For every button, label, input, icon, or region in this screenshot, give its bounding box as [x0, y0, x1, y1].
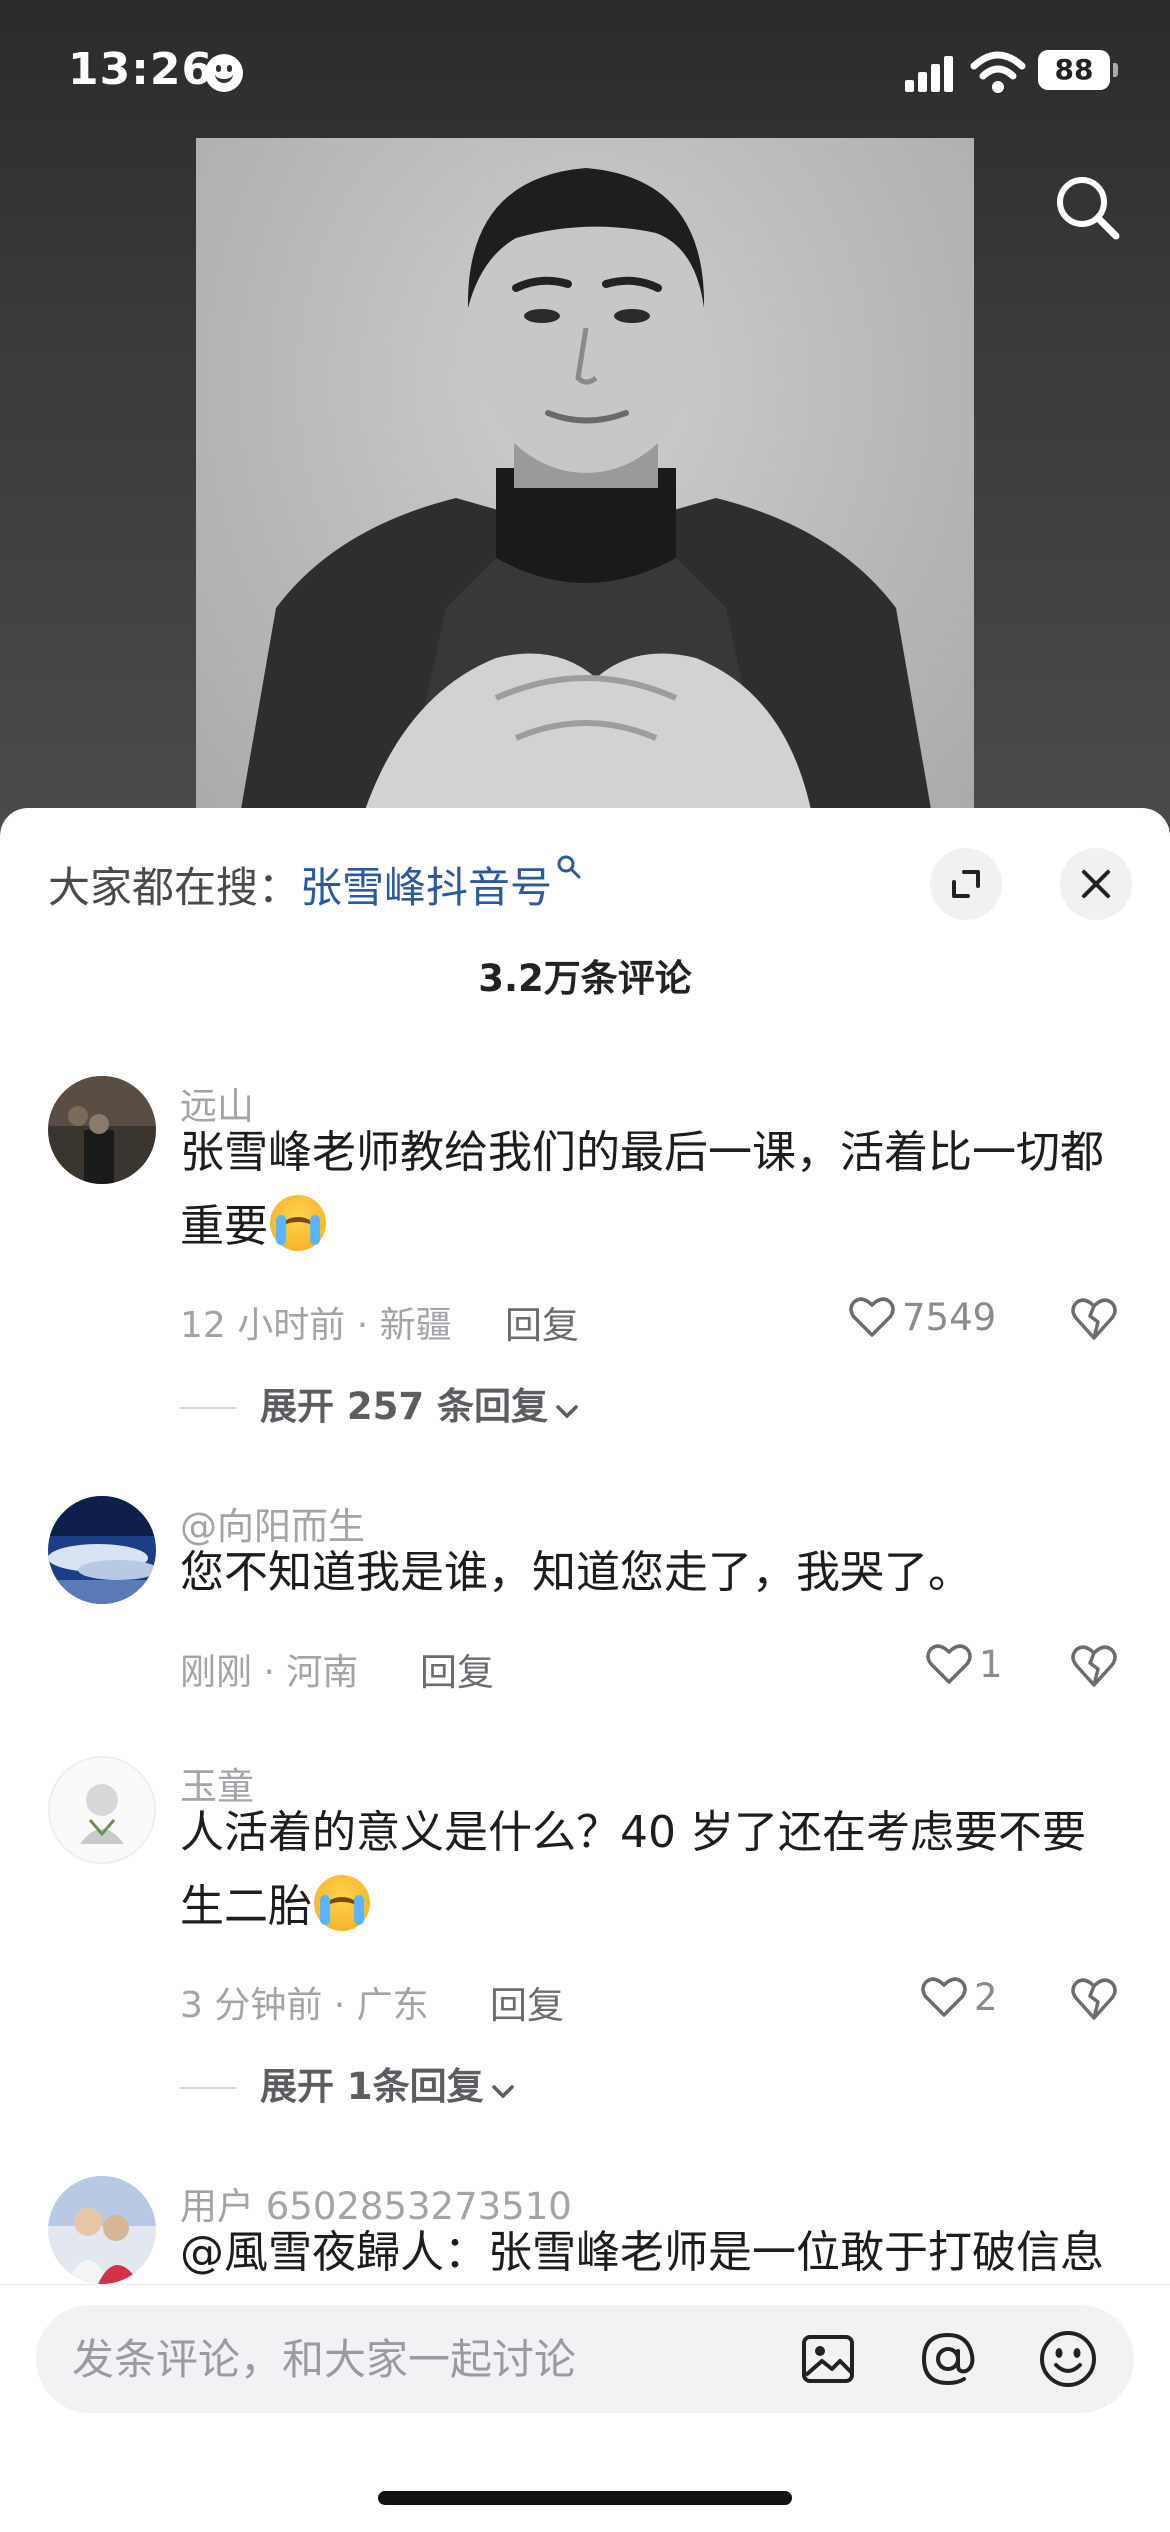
chevron-down-icon [491, 2085, 514, 2099]
avatar[interactable] [48, 2176, 156, 2284]
hot-search-keyword[interactable]: 张雪峰抖音号 [300, 863, 552, 912]
like-count: 7549 [902, 1296, 997, 1339]
reply-button[interactable]: 回复 [420, 1642, 494, 1696]
comment-input-bar [0, 2284, 1170, 2532]
expand-replies[interactable]: 展开 1条回复 [180, 2056, 516, 2110]
expand-icon [952, 870, 980, 898]
avatar[interactable] [48, 1496, 156, 1604]
broken-heart-icon[interactable] [1068, 1294, 1120, 1342]
comment-item: 远山 张雪峰老师教给我们的最后一课，活着比一切都重要 12 小时前 · 新疆 回… [0, 1076, 1170, 1428]
avatar[interactable] [48, 1076, 156, 1184]
status-bar: 13:26 88 [0, 0, 1170, 140]
home-indicator[interactable] [378, 2491, 792, 2505]
reply-button[interactable]: 回复 [505, 1295, 579, 1349]
heart-icon [849, 1297, 895, 1337]
close-button[interactable] [1060, 848, 1132, 920]
cellular-signal-icon [905, 56, 955, 92]
comment-text: 人活着的意义是什么？40 岁了还在考虑要不要生二胎 [180, 1796, 1110, 1944]
comment-text: 张雪峰老师教给我们的最后一课，活着比一切都重要 [180, 1116, 1110, 1264]
expand-replies-label: 展开 257 条回复 [260, 1385, 548, 1428]
heart-icon [921, 1977, 967, 2017]
divider [180, 1407, 236, 1409]
crying-face-icon [270, 1195, 326, 1251]
hot-search-prefix: 大家都在搜： [48, 863, 301, 912]
comment-sheet: 大家都在搜：张雪峰抖音号 3.2万条评论 远山 张雪峰老师教给我们的最后一课，活… [0, 808, 1170, 2532]
hot-search-banner[interactable]: 大家都在搜：张雪峰抖音号 [48, 854, 582, 915]
like-count: 2 [974, 1976, 998, 2019]
expand-replies[interactable]: 展开 257 条回复 [180, 1376, 580, 1430]
at-icon[interactable] [916, 2327, 980, 2391]
image-icon[interactable] [796, 2327, 860, 2391]
comment-text: @風雪夜歸人：张雪峰老师是一位敢于打破信息 [180, 2227, 1104, 2278]
comment-item: @向阳而生 您不知道我是谁，知道您走了，我哭了。 刚刚 · 河南 回复 1 [0, 1496, 1170, 1696]
close-icon [1082, 870, 1110, 898]
like-count: 1 [979, 1643, 1003, 1686]
crying-face-icon [314, 1875, 370, 1931]
comment-text: 您不知道我是谁，知道您走了，我哭了。 [180, 1547, 972, 1598]
wifi-icon [970, 51, 1026, 93]
like-button[interactable]: 7549 [848, 1295, 996, 1339]
status-smiley-icon [205, 54, 243, 92]
comment-item: 玉童 人活着的意义是什么？40 岁了还在考虑要不要生二胎 3 分钟前 · 广东 … [0, 1756, 1170, 2108]
video-background[interactable]: 13:26 88 [0, 0, 1170, 830]
emoji-icon[interactable] [1036, 2327, 1100, 2391]
search-icon[interactable] [1052, 172, 1122, 242]
comment-meta: 刚刚 · 河南 [180, 1652, 359, 1693]
chevron-down-icon [556, 1405, 578, 1419]
broken-heart-icon[interactable] [1068, 1974, 1120, 2022]
expand-button[interactable] [930, 848, 1002, 920]
comment-input-container[interactable] [36, 2305, 1134, 2413]
status-time: 13:26 [68, 44, 214, 95]
heart-icon [926, 1644, 972, 1684]
comment-input[interactable] [72, 2305, 792, 2413]
mini-search-icon [557, 855, 581, 879]
broken-heart-icon[interactable] [1068, 1641, 1120, 1689]
like-button[interactable]: 2 [920, 1975, 998, 2019]
divider [180, 2087, 236, 2089]
expand-replies-label: 展开 1条回复 [260, 2065, 484, 2108]
comment-count: 3.2万条评论 [478, 957, 692, 1000]
battery-indicator: 88 [1038, 50, 1118, 90]
like-button[interactable]: 1 [925, 1642, 1003, 1686]
portrait-photo [196, 138, 974, 830]
comment-meta: 12 小时前 · 新疆 [180, 1305, 452, 1346]
comment-meta: 3 分钟前 · 广东 [180, 1985, 429, 2026]
reply-button[interactable]: 回复 [490, 1975, 564, 2029]
avatar[interactable] [48, 1756, 156, 1864]
